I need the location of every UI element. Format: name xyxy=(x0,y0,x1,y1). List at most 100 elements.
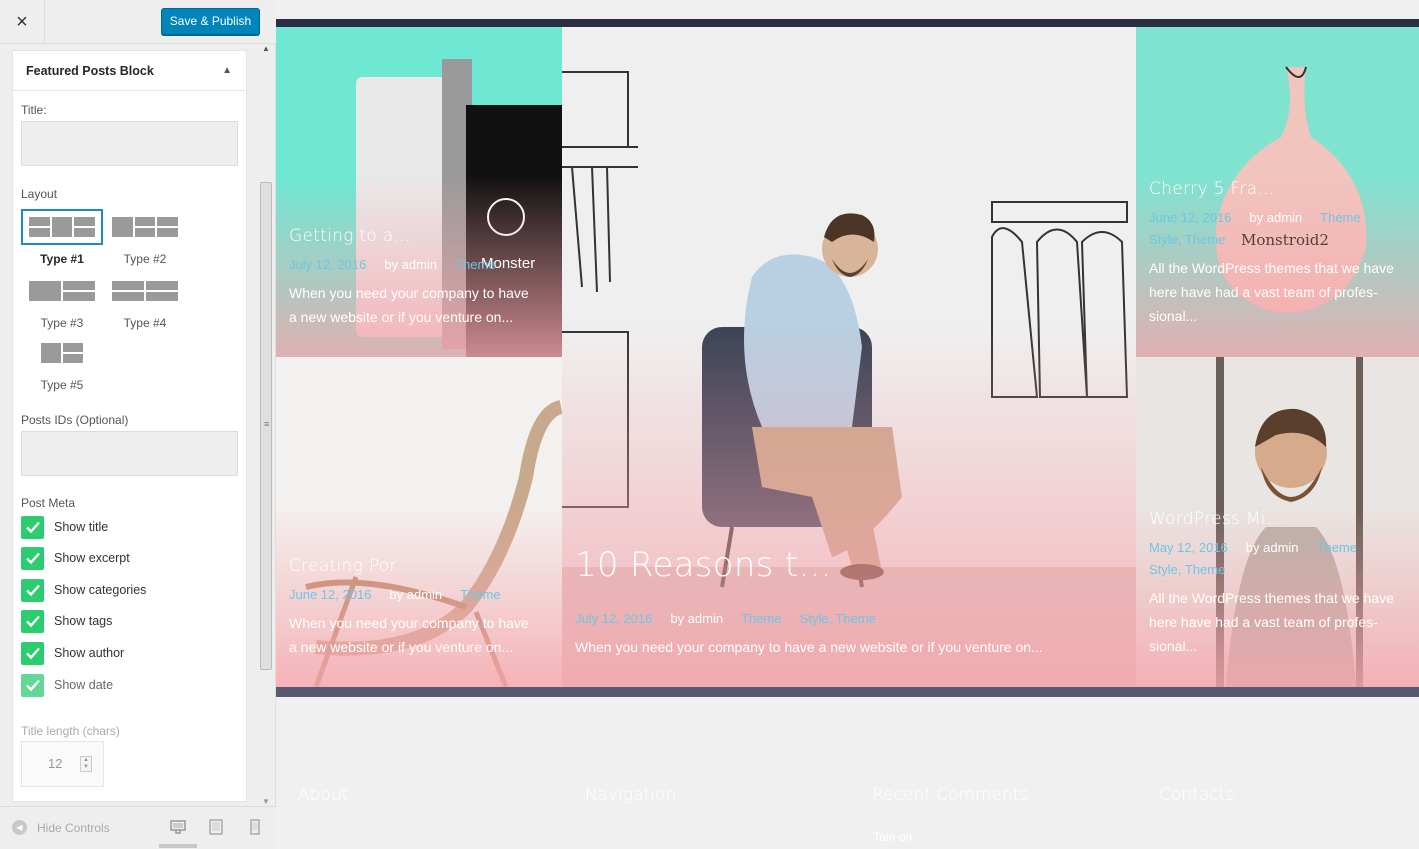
post-title[interactable]: WordPress Mi... xyxy=(1149,509,1283,529)
title-length-stepper[interactable]: 12 ▲ ▼ xyxy=(21,741,104,787)
tablet-icon[interactable] xyxy=(208,819,224,835)
show-date-checkbox[interactable]: Show date xyxy=(21,673,113,697)
show-categories-checkbox[interactable]: Show categories xyxy=(21,578,146,602)
close-icon[interactable]: × xyxy=(0,0,45,44)
site-preview: Monster Getting to a... July 12, 2016 by … xyxy=(276,0,1419,849)
post-tile-2[interactable]: Creating Por... June 12, 2016 by admin The… xyxy=(276,357,562,687)
block-bottom-band xyxy=(276,687,1419,697)
checkmark-icon[interactable] xyxy=(21,609,44,633)
checkmark-icon[interactable] xyxy=(21,641,44,665)
post-tile-featured[interactable]: 10 Reasons t... July 12, 2016 by admin The… xyxy=(562,27,1136,687)
layout-name: Type #1 xyxy=(40,252,84,266)
tile-gradient xyxy=(562,27,1136,687)
excerpt-line: sional... xyxy=(1149,638,1198,654)
post-author[interactable]: by admin xyxy=(1246,540,1299,555)
post-title[interactable]: Getting to a... xyxy=(289,226,411,246)
layout-thumb-3 xyxy=(21,273,103,309)
title-label: Title: xyxy=(21,103,47,117)
collapse-arrow-icon: ◀ xyxy=(12,820,27,835)
show-title-checkbox[interactable]: Show title xyxy=(21,515,108,539)
checkmark-icon[interactable] xyxy=(21,673,44,697)
post-excerpt: All the WordPress themes that we have he… xyxy=(1149,586,1419,658)
show-excerpt-checkbox[interactable]: Show excerpt xyxy=(21,546,130,570)
post-meta: July 12, 2016 by admin Theme Style, Theme xyxy=(575,608,876,630)
post-date[interactable]: June 12, 2016 xyxy=(289,587,371,602)
show-tags-checkbox[interactable]: Show tags xyxy=(21,609,112,633)
post-ids-input[interactable] xyxy=(21,431,238,476)
title-length-value: 12 xyxy=(48,756,63,771)
checkmark-icon[interactable] xyxy=(21,515,44,539)
section-title: Featured Posts Block xyxy=(26,64,154,78)
post-date[interactable]: May 12, 2016 xyxy=(1149,540,1228,555)
post-tile-4[interactable]: Monstroid2 Cherry 5 Fra... June 12, 2016… xyxy=(1136,27,1419,357)
sidebar-scrollbar[interactable]: ▲ ≡ ▼ xyxy=(258,44,274,806)
layout-name: Type #5 xyxy=(40,378,84,392)
excerpt-line: All the WordPress themes that we have xyxy=(1149,260,1394,276)
checkbox-label: Show tags xyxy=(54,614,113,628)
sidebar-footer: ◀ Hide Controls xyxy=(0,806,276,849)
layout-type-2[interactable]: Type #2 xyxy=(104,209,186,266)
excerpt-line: When you need your company to have xyxy=(289,285,529,301)
checkmark-icon[interactable] xyxy=(21,578,44,602)
post-category[interactable]: Theme xyxy=(455,257,495,272)
save-publish-button[interactable]: Save & Publish xyxy=(161,8,260,35)
post-tags[interactable]: Style, Theme xyxy=(800,611,876,626)
post-date[interactable]: July 12, 2016 xyxy=(289,257,366,272)
checkbox-label: Show date xyxy=(54,678,114,692)
layout-thumb-4 xyxy=(104,273,186,309)
post-excerpt: When you need your company to have a new… xyxy=(289,611,559,659)
post-date[interactable]: July 12, 2016 xyxy=(575,611,652,626)
active-device-indicator xyxy=(159,844,197,848)
layout-name: Type #3 xyxy=(40,316,84,330)
post-excerpt: All the WordPress themes that we have he… xyxy=(1149,256,1419,328)
checkbox-label: Show author xyxy=(54,646,125,660)
post-tile-1[interactable]: Monster Getting to a... July 12, 2016 by … xyxy=(276,27,562,357)
show-author-checkbox[interactable]: Show author xyxy=(21,641,124,665)
post-title[interactable]: Creating Por... xyxy=(289,556,412,576)
post-tags[interactable]: Style, Theme xyxy=(1149,562,1225,577)
excerpt-line: here have had a vast team of profes- xyxy=(1149,614,1378,630)
post-category[interactable]: Theme xyxy=(460,587,500,602)
section-header[interactable]: Featured Posts Block ▲ xyxy=(13,51,246,91)
header-band xyxy=(276,19,1419,27)
post-meta: July 12, 2016 by admin Theme xyxy=(289,254,496,276)
checkbox-label: Show title xyxy=(54,520,109,534)
post-date[interactable]: June 12, 2016 xyxy=(1149,210,1231,225)
layout-label: Layout xyxy=(21,187,58,201)
checkmark-icon[interactable] xyxy=(21,546,44,570)
post-ids-label: Posts IDs (Optional) xyxy=(21,413,129,427)
layout-type-3[interactable]: Type #3 xyxy=(21,273,103,330)
scrollbar-thumb[interactable]: ≡ xyxy=(260,182,272,670)
checkbox-label: Show excerpt xyxy=(54,551,130,565)
collapse-caret-icon[interactable]: ▲ xyxy=(222,65,232,76)
footer-navigation-heading: Navigation xyxy=(585,785,677,805)
layout-thumb-5 xyxy=(33,335,91,371)
mobile-icon[interactable] xyxy=(248,819,262,835)
spinner-arrows-icon[interactable]: ▲ ▼ xyxy=(80,756,92,772)
post-author[interactable]: by admin xyxy=(670,611,723,626)
post-tile-5[interactable]: WordPress Mi... May 12, 2016 by admin Them… xyxy=(1136,357,1419,687)
post-author[interactable]: by admin xyxy=(389,587,442,602)
post-meta: June 12, 2016 by admin Theme xyxy=(289,584,501,606)
layout-type-5[interactable]: Type #5 xyxy=(21,335,103,392)
scroll-down-arrow-icon[interactable]: ▼ xyxy=(262,797,270,806)
layout-type-4[interactable]: Type #4 xyxy=(104,273,186,330)
post-title[interactable]: 10 Reasons t... xyxy=(575,545,832,585)
post-category[interactable]: Theme xyxy=(741,611,781,626)
scroll-up-arrow-icon[interactable]: ▲ xyxy=(262,44,270,53)
post-tags[interactable]: Style, Theme xyxy=(1149,232,1225,247)
layout-name: Type #2 xyxy=(123,252,167,266)
desktop-icon[interactable] xyxy=(170,819,186,835)
post-author[interactable]: by admin xyxy=(1249,210,1302,225)
layout-type-1[interactable]: Type #1 xyxy=(21,209,103,266)
excerpt-line: All the WordPress themes that we have xyxy=(1149,590,1394,606)
layout-name: Type #4 xyxy=(123,316,167,330)
post-category[interactable]: Theme xyxy=(1317,540,1357,555)
title-input[interactable] xyxy=(21,121,238,166)
post-title[interactable]: Cherry 5 Fra... xyxy=(1149,179,1274,199)
post-category[interactable]: Theme xyxy=(1320,210,1360,225)
post-author[interactable]: by admin xyxy=(384,257,437,272)
sidebar-header: × Save & Publish xyxy=(0,0,276,44)
hide-controls-button[interactable]: ◀ Hide Controls xyxy=(12,820,110,835)
recent-comment-item[interactable]: Tom on xyxy=(873,830,912,844)
